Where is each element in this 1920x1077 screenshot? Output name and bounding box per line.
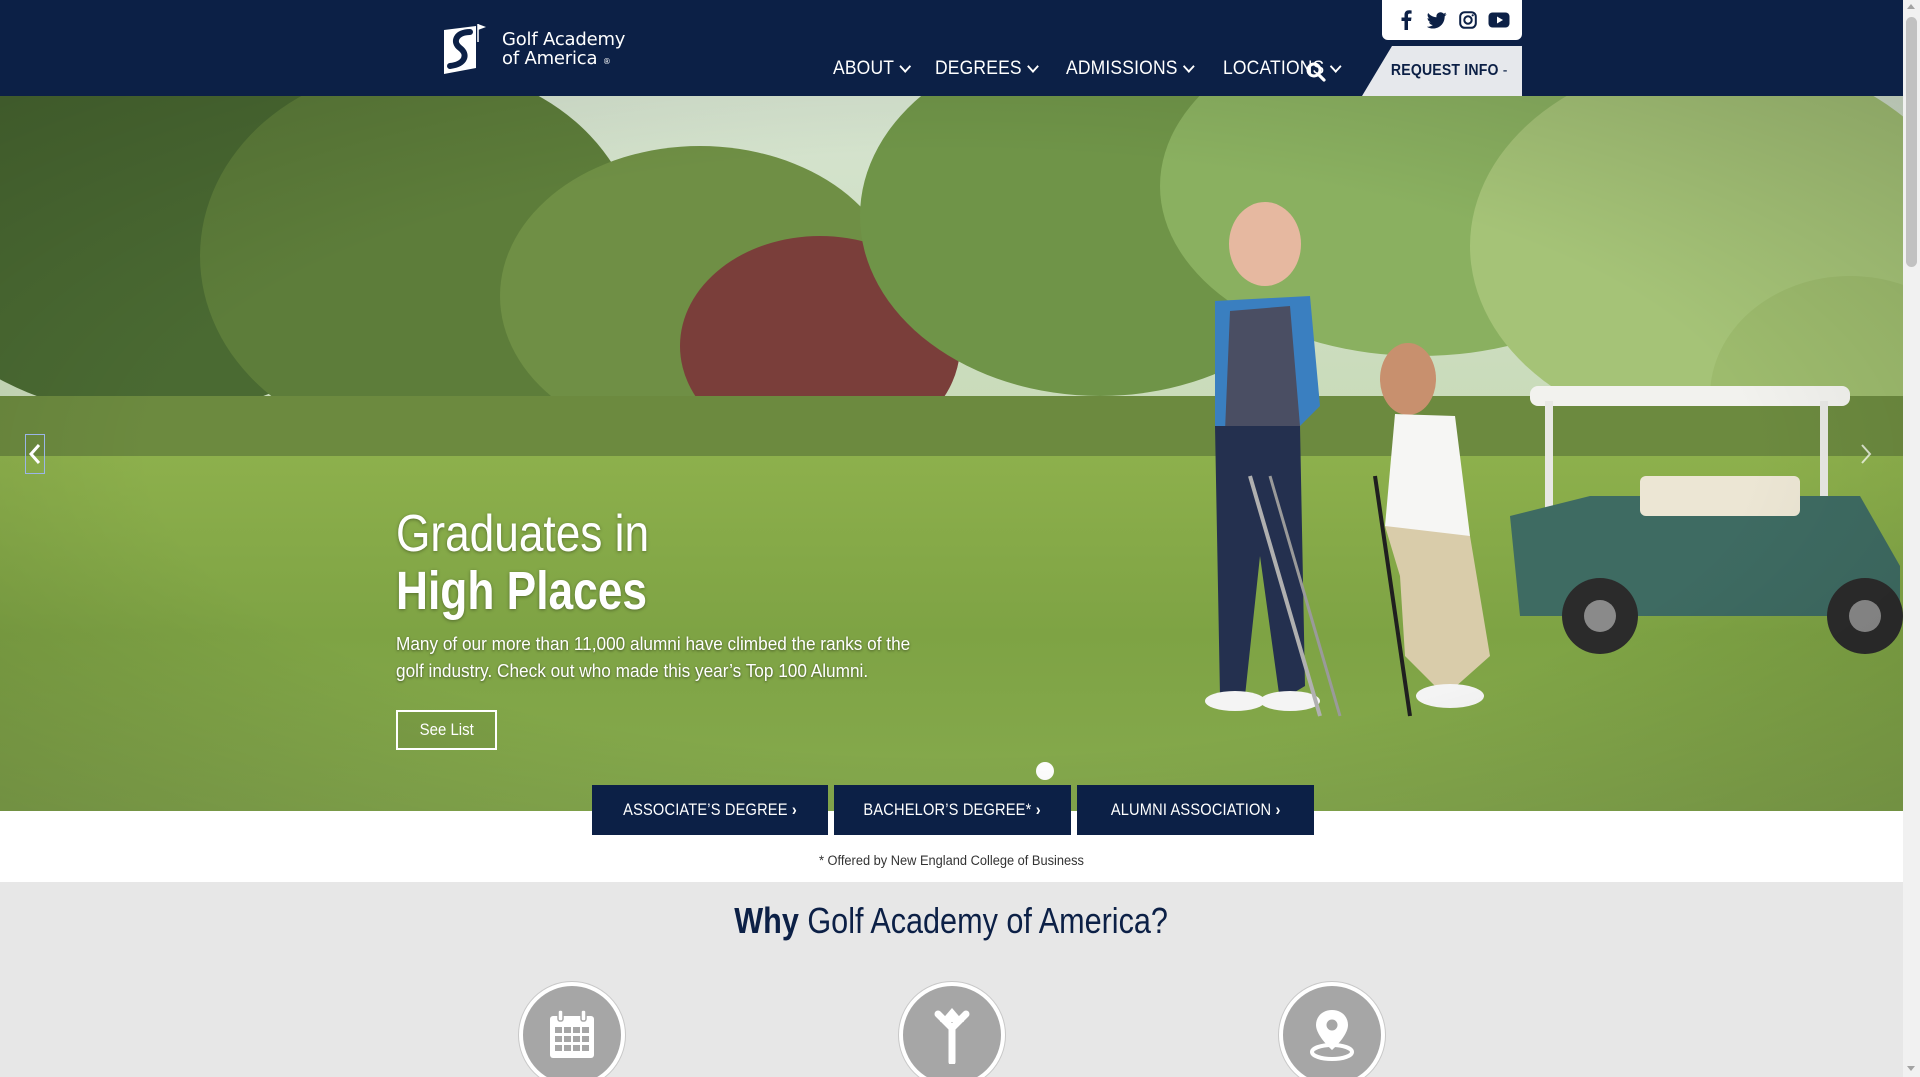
nav-about[interactable]: ABOUT xyxy=(833,58,912,80)
request-info-label: REQUEST INFO xyxy=(1391,62,1500,79)
search-icon[interactable] xyxy=(1306,62,1326,82)
twitter-icon[interactable] xyxy=(1426,9,1448,31)
chevron-left-icon xyxy=(29,444,41,464)
why-title-rest: Golf Academy of America? xyxy=(807,900,1169,941)
chevron-right-icon xyxy=(1861,444,1872,464)
slider-prev-arrow[interactable] xyxy=(25,434,45,474)
logo-mark-icon xyxy=(444,24,486,74)
slider-next-arrow[interactable] xyxy=(1856,436,1876,472)
fork-arrows-icon xyxy=(899,982,1005,1077)
logo-line1: Golf Academy xyxy=(502,28,626,50)
request-info-suffix: - xyxy=(1503,62,1508,79)
hero-slider: Graduates in High Places Many of our mor… xyxy=(0,96,1903,811)
hero-title-line1: Graduates in xyxy=(396,505,650,563)
chevron-down-icon xyxy=(899,60,912,73)
see-list-label: See List xyxy=(419,720,474,739)
facebook-icon[interactable] xyxy=(1395,9,1417,31)
degree-footnote: * Offered by New England College of Busi… xyxy=(819,853,1084,868)
hero-image xyxy=(0,96,1903,811)
page-scrollbar[interactable] xyxy=(1903,0,1920,1077)
main-nav: ABOUT DEGREES ADMISSIONS LOCATIONS xyxy=(833,58,1369,80)
logo-reg: ® xyxy=(602,56,611,66)
nav-admissions[interactable]: ADMISSIONS xyxy=(1065,58,1195,80)
nav-degrees-label: DEGREES xyxy=(935,58,1023,79)
why-title: Why Golf Academy of America? xyxy=(0,900,1903,942)
chevron-right-icon: › xyxy=(791,800,797,819)
social-links xyxy=(1382,0,1522,40)
instagram-icon[interactable] xyxy=(1457,9,1479,31)
hero-title-line2: High Places xyxy=(396,561,648,621)
alumni-association-label: ALUMNI ASSOCIATION xyxy=(1110,800,1272,819)
scroll-up-icon[interactable] xyxy=(1907,4,1915,9)
hero-description: Many of our more than 11,000 alumni have… xyxy=(396,633,911,681)
logo-line2: of America xyxy=(502,47,598,69)
chevron-right-icon: › xyxy=(1275,800,1281,819)
associates-degree-button[interactable]: ASSOCIATE’S DEGREE › xyxy=(592,785,828,835)
request-info-button[interactable]: REQUEST INFO - xyxy=(1362,46,1522,96)
chevron-down-icon xyxy=(1027,60,1040,73)
degree-buttons: ASSOCIATE’S DEGREE › BACHELOR’S DEGREE* … xyxy=(592,785,1314,835)
hero-title: Graduates in High Places xyxy=(396,506,702,620)
scroll-thumb[interactable] xyxy=(1906,17,1917,267)
bachelors-degree-label: BACHELOR’S DEGREE* xyxy=(863,800,1032,819)
nav-admissions-label: ADMISSIONS xyxy=(1065,58,1178,79)
nav-degrees[interactable]: DEGREES xyxy=(935,58,1040,80)
nav-about-label: ABOUT xyxy=(833,58,895,79)
location-pin-icon xyxy=(1279,982,1385,1077)
why-title-bold: Why xyxy=(734,900,800,941)
associates-degree-label: ASSOCIATE’S DEGREE xyxy=(623,800,788,819)
chevron-down-icon xyxy=(1183,60,1195,73)
why-section: Why Golf Academy of America? xyxy=(0,882,1903,1077)
site-header: Golf Academy of America ® ABOUT DEGREES … xyxy=(0,0,1903,96)
chevron-down-icon xyxy=(1330,60,1342,73)
chevron-right-icon: › xyxy=(1036,800,1042,819)
scroll-down-icon[interactable] xyxy=(1907,1066,1915,1071)
alumni-association-button[interactable]: ALUMNI ASSOCIATION › xyxy=(1077,785,1314,835)
logo[interactable]: Golf Academy of America ® xyxy=(438,20,638,80)
see-list-button[interactable]: See List xyxy=(396,710,497,750)
youtube-icon[interactable] xyxy=(1488,9,1510,31)
logo-text: Golf Academy of America ® xyxy=(502,30,625,71)
bachelors-degree-button[interactable]: BACHELOR’S DEGREE* › xyxy=(834,785,1071,835)
calendar-icon xyxy=(519,982,625,1077)
